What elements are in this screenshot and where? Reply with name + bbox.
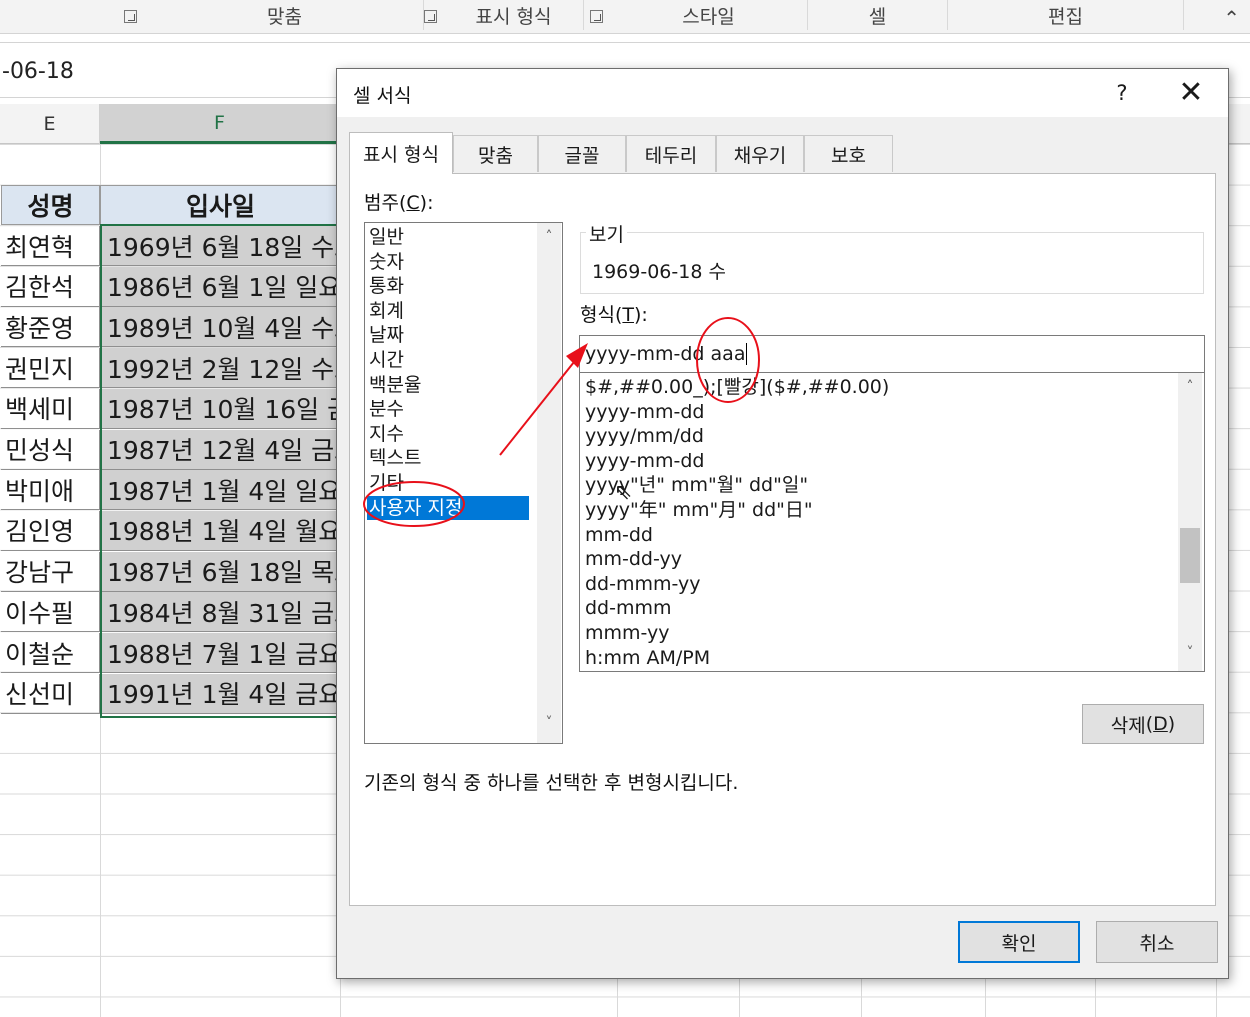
category-item[interactable]: 시간: [369, 348, 404, 372]
category-item[interactable]: 기타: [369, 471, 404, 495]
name-cell[interactable]: 김인영: [1, 510, 100, 551]
dialog-title-bar[interactable]: 셀 서식 ? ✕: [337, 69, 1228, 117]
name-cell[interactable]: 김한석: [1, 266, 100, 307]
category-item[interactable]: 사용자 지정: [367, 495, 529, 520]
date-cell[interactable]: 1987년 1월 4일 일요일: [101, 470, 341, 511]
name-cell[interactable]: 신선미: [1, 673, 100, 714]
category-item[interactable]: 통화: [369, 274, 404, 298]
tab-protection[interactable]: 보호: [804, 135, 893, 172]
preview-label: 보기: [586, 220, 627, 247]
category-scrollbar[interactable]: ˄ ˅: [537, 223, 561, 743]
hint-text: 기존의 형식 중 하나를 선택한 후 변형시킵니다.: [364, 772, 739, 794]
category-item[interactable]: 날짜: [369, 323, 404, 347]
category-item[interactable]: 텍스트: [369, 446, 421, 470]
category-item[interactable]: 지수: [369, 422, 404, 446]
name-cell[interactable]: 최연혁: [1, 226, 100, 266]
ribbon-launcher-icon[interactable]: [424, 10, 437, 23]
format-list-item[interactable]: yyyy/mm/dd: [585, 424, 704, 448]
date-cell[interactable]: 1988년 7월 1일 금요일: [101, 633, 341, 673]
ok-button[interactable]: 확인: [958, 921, 1080, 963]
category-label: 범주(C):: [364, 192, 434, 214]
scroll-thumb[interactable]: [1180, 528, 1200, 583]
category-listbox[interactable]: 일반 숫자 통화 회계 날짜 시간 백분율 분수 지수 텍스트 기타 사용자 지정 ˄ ˅: [364, 222, 563, 744]
name-cell[interactable]: 백세미: [1, 388, 100, 429]
date-cell[interactable]: 1989년 10월 4일 수요일: [101, 307, 341, 348]
scroll-down-icon[interactable]: ˅: [1180, 645, 1200, 661]
tab-border[interactable]: 테두리: [626, 135, 716, 172]
header-cell-name[interactable]: 성명: [1, 185, 100, 225]
tab-fill[interactable]: 채우기: [716, 135, 804, 172]
format-input[interactable]: yyyy-mm-dd aaa: [579, 335, 1205, 373]
scroll-up-icon[interactable]: ˄: [539, 229, 559, 245]
name-cell[interactable]: 강남구: [1, 551, 100, 592]
ribbon-group-styles: 스타일: [610, 0, 808, 30]
chevron-up-icon[interactable]: ⌃: [1223, 6, 1240, 30]
format-list-item[interactable]: yyyy-mm-dd: [585, 449, 705, 473]
preview-value: 1969-06-18 수: [592, 261, 726, 283]
date-cell[interactable]: 1969년 6월 18일 수요일: [101, 226, 341, 266]
format-list-item[interactable]: dd-mmm-yy: [585, 572, 701, 596]
text-caret: [746, 343, 748, 365]
scroll-down-icon[interactable]: ˅: [539, 715, 559, 731]
format-list-item[interactable]: yyyy-mm-dd: [585, 400, 705, 424]
category-item[interactable]: 숫자: [369, 250, 404, 274]
format-input-value: yyyy-mm-dd aaa: [585, 343, 746, 365]
format-list-item[interactable]: dd-mmm: [585, 596, 672, 620]
date-cell[interactable]: 1987년 12월 4일 금요일: [101, 429, 341, 470]
delete-button[interactable]: 삭제(D): [1082, 704, 1204, 744]
ribbon-launcher-icon[interactable]: [124, 10, 137, 23]
name-cell[interactable]: 이철순: [1, 633, 100, 673]
cancel-button[interactable]: 취소: [1096, 921, 1218, 963]
format-list-item[interactable]: mm-dd-yy: [585, 547, 682, 571]
date-cell[interactable]: 1992년 2월 12일 수요일: [101, 348, 341, 389]
date-cell[interactable]: 1991년 1월 4일 금요일: [101, 673, 341, 714]
format-list-item[interactable]: yyyy"年" mm"月" dd"日": [585, 498, 813, 522]
format-list-item[interactable]: mm-dd: [585, 523, 653, 547]
category-item[interactable]: 일반: [369, 225, 404, 249]
formula-bar-value: -06-18: [2, 59, 74, 84]
tab-number[interactable]: 표시 형식: [349, 132, 453, 174]
date-cell[interactable]: 1987년 6월 18일 목요일: [101, 551, 341, 592]
close-icon[interactable]: ✕: [1169, 73, 1213, 113]
tab-font[interactable]: 글꼴: [538, 135, 626, 172]
date-cell[interactable]: 1988년 1월 4일 월요일: [101, 510, 341, 551]
format-label: 형식(T):: [580, 304, 648, 326]
category-item[interactable]: 백분율: [369, 373, 421, 397]
date-cell[interactable]: 1986년 6월 1일 일요일: [101, 266, 341, 307]
format-listbox[interactable]: $#,##0.00_);[빨강]($#,##0.00) yyyy-mm-dd yyy…: [579, 372, 1205, 672]
format-list-item[interactable]: mmm-yy: [585, 621, 670, 645]
name-cell[interactable]: 황준영: [1, 307, 100, 348]
help-button[interactable]: ?: [1107, 77, 1137, 109]
column-header-f[interactable]: F: [100, 104, 340, 144]
ribbon-group-editing: 편집: [948, 0, 1184, 30]
ribbon: 맞춤 표시 형식 스타일 셀 편집 ⌃: [0, 0, 1250, 34]
date-cell[interactable]: 1984년 8월 31일 금요일: [101, 592, 341, 633]
category-item[interactable]: 분수: [369, 397, 404, 421]
dialog-title: 셀 서식: [353, 85, 412, 107]
format-list-item[interactable]: $#,##0.00_);[빨강]($#,##0.00): [585, 375, 889, 399]
format-list-item[interactable]: h:mm AM/PM: [585, 646, 710, 670]
header-cell-date[interactable]: 입사일: [100, 185, 341, 225]
tab-alignment[interactable]: 맞춤: [453, 135, 538, 172]
name-cell[interactable]: 민성식: [1, 429, 100, 470]
ribbon-launcher-icon[interactable]: [590, 10, 603, 23]
ribbon-group-number: 표시 형식: [444, 0, 584, 30]
column-header-e[interactable]: E: [0, 104, 100, 144]
name-cell[interactable]: 권민지: [1, 348, 100, 389]
scroll-up-icon[interactable]: ˄: [1180, 379, 1200, 395]
tab-panel-number: 범주(C): 일반 숫자 통화 회계 날짜 시간 백분율 분수 지수 텍스트 기타 사용자 지정 ˄ …: [349, 173, 1216, 906]
format-cells-dialog: 셀 서식 ? ✕ 표시 형식 맞춤 글꼴 테두리 채우기 보호 범주(C): 일…: [336, 68, 1229, 979]
name-cell[interactable]: 이수필: [1, 592, 100, 633]
date-cell[interactable]: 1987년 10월 16일 금요일: [101, 388, 341, 429]
ribbon-group-alignment: 맞춤: [146, 0, 424, 30]
format-list-item[interactable]: yyyy"년" mm"월" dd"일": [585, 473, 808, 497]
format-scrollbar[interactable]: ˄ ˅: [1178, 373, 1202, 671]
ribbon-group-cells: 셀: [808, 0, 948, 30]
name-cell[interactable]: 박미애: [1, 470, 100, 511]
category-item[interactable]: 회계: [369, 299, 404, 323]
